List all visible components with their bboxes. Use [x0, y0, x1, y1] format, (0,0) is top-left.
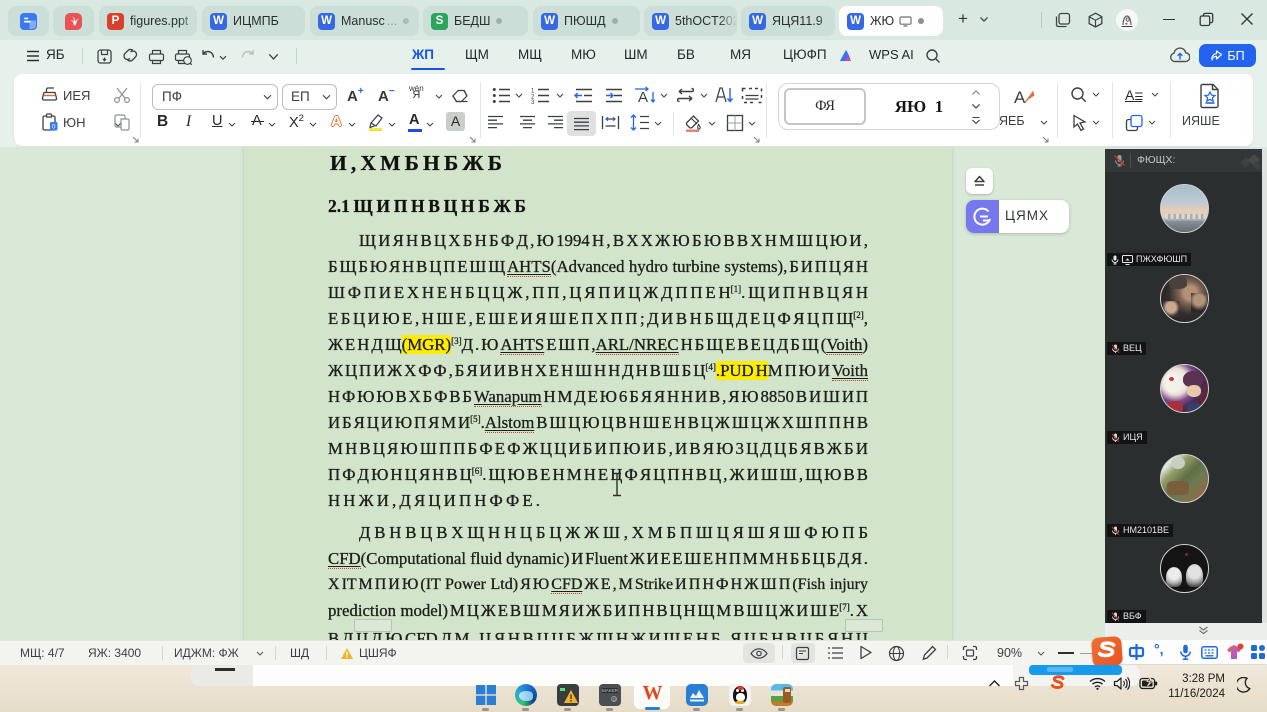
svg-text:A: A — [638, 89, 648, 105]
svg-text:0: 0 — [52, 124, 56, 131]
svg-text:3: 3 — [531, 100, 535, 104]
svg-text:A: A — [1014, 88, 1026, 107]
